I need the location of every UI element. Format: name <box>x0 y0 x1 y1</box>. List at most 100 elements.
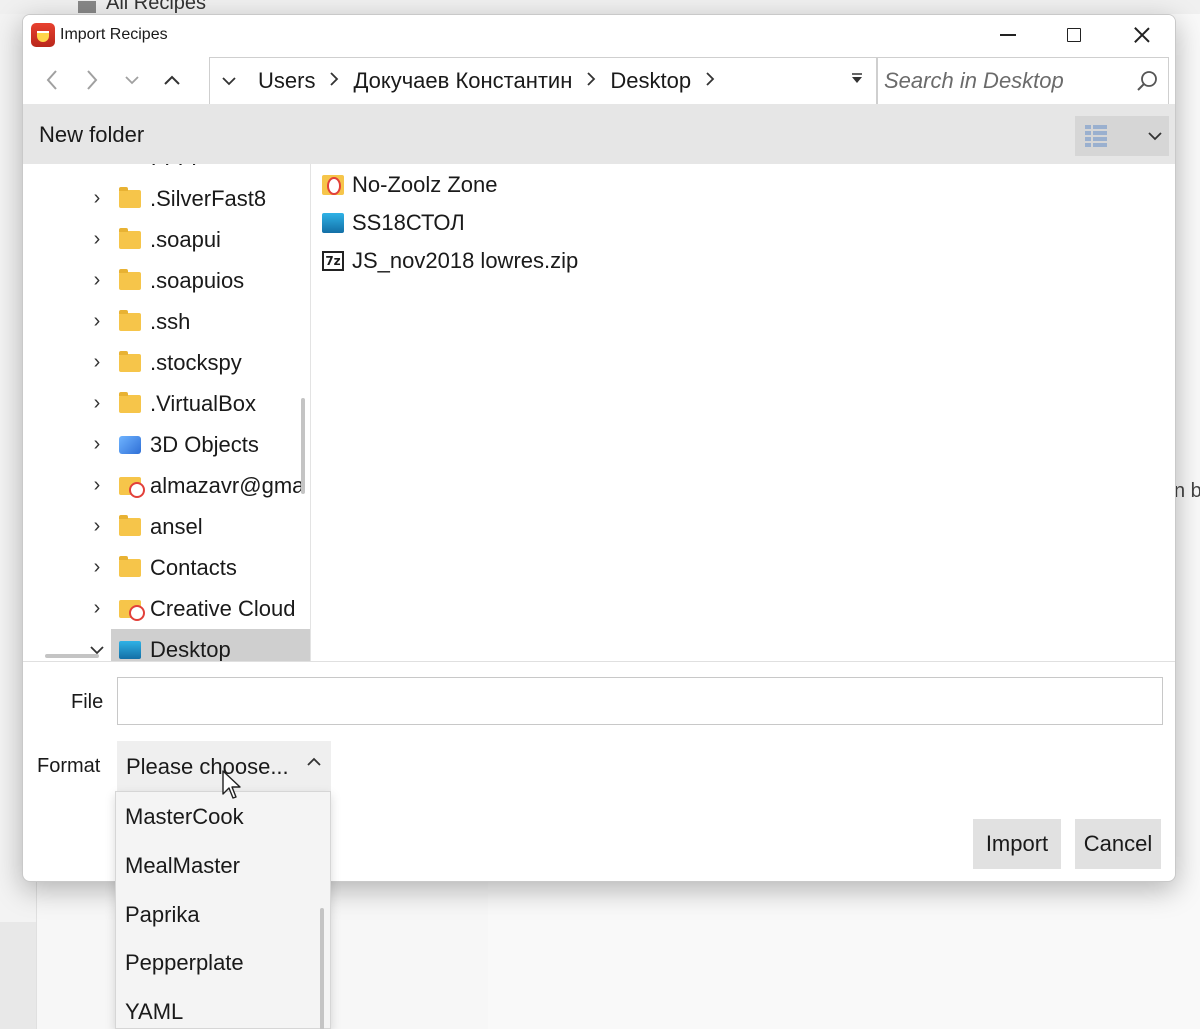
tree-item-virtualbox[interactable]: › .VirtualBox <box>23 383 310 424</box>
breadcrumb-separator-icon[interactable] <box>701 70 719 93</box>
search-box[interactable] <box>877 57 1169 105</box>
dropdown-scrollbar[interactable] <box>320 908 324 1029</box>
file-name-input[interactable] <box>117 677 1163 725</box>
address-history-chevron-icon[interactable] <box>210 73 248 89</box>
tree-item-silverfast8[interactable]: › .SilverFast8 <box>23 178 310 219</box>
address-bar[interactable]: Users Докучаев Константин Desktop <box>209 57 877 105</box>
file-name: SS18СТОЛ <box>352 210 465 235</box>
tree-item-label: ansel <box>150 513 203 539</box>
navigation-horizontal-scrollbar[interactable] <box>45 654 99 658</box>
chevron-right-icon[interactable]: › <box>87 310 107 333</box>
folder-icon <box>119 350 141 372</box>
tree-item-label: .soapui <box>150 226 221 252</box>
address-dropdown-icon[interactable] <box>850 72 864 88</box>
background-partial-text: n b <box>1174 480 1200 502</box>
file-list[interactable]: No-Zoolz Zone SS18СТОЛ 7z JS_nov2018 low… <box>312 164 1175 661</box>
back-arrow-icon <box>46 70 57 90</box>
folder-icon <box>119 268 141 290</box>
navigation-vertical-scrollbar[interactable] <box>301 398 305 494</box>
tree-item-label: Contacts <box>150 554 237 580</box>
tree-item-soapuios[interactable]: › .soapuios <box>23 260 310 301</box>
chevron-right-icon[interactable]: › <box>87 351 107 374</box>
format-option-mealmaster[interactable]: MealMaster <box>125 853 240 879</box>
chevron-right-icon[interactable]: › <box>87 269 107 292</box>
breadcrumb-separator-icon[interactable] <box>325 70 343 93</box>
tree-item-label: .ssh <box>150 308 191 334</box>
format-option-yaml[interactable]: YAML <box>125 999 183 1025</box>
tree-item-soapui[interactable]: › .soapui <box>23 219 310 260</box>
cancel-button[interactable]: Cancel <box>1075 819 1161 869</box>
desktop-shortcut-icon <box>322 213 344 233</box>
minimize-button[interactable] <box>975 15 1041 55</box>
file-label: File <box>71 691 104 713</box>
breadcrumb-desktop[interactable]: Desktop <box>600 68 701 94</box>
breadcrumb-users[interactable]: Users <box>248 68 325 94</box>
folder-icon <box>119 555 141 577</box>
file-name: JS_nov2018 lowres.zip <box>352 248 579 273</box>
file-item-no-zoolz-zone[interactable]: No-Zoolz Zone <box>322 167 498 203</box>
dialog-title: Import Recipes <box>60 26 168 43</box>
creative-cloud-folder-icon <box>119 476 145 498</box>
folder-icon <box>119 514 141 536</box>
chevron-up-icon <box>307 757 321 766</box>
folder-icon <box>119 227 141 249</box>
breadcrumb-user-folder[interactable]: Докучаев Константин <box>343 68 582 94</box>
folder-icon <box>119 309 141 331</box>
tree-item-label: .soapuios <box>150 267 245 293</box>
tree-item-stockspy[interactable]: › .stockspy <box>23 342 310 383</box>
tree-item-label: Desktop <box>150 636 231 662</box>
tree-item-almazavr[interactable]: › almazavr@gma <box>23 465 310 506</box>
maximize-button[interactable] <box>1041 15 1107 55</box>
chevron-right-icon[interactable]: › <box>87 228 107 251</box>
file-item-ss18stol[interactable]: SS18СТОЛ <box>322 205 465 241</box>
tree-item-ansel[interactable]: › ansel <box>23 506 310 547</box>
tree-item-label: almazavr@gma <box>150 472 305 498</box>
chevron-right-icon[interactable]: › <box>87 515 107 538</box>
tree-item-ssh[interactable]: › .ssh <box>23 301 310 342</box>
3d-objects-icon <box>119 435 141 454</box>
view-options-icon <box>1085 125 1109 147</box>
file-item-js-nov2018-zip[interactable]: 7z JS_nov2018 lowres.zip <box>322 243 578 279</box>
chevron-right-icon[interactable]: › <box>87 433 107 456</box>
chevron-right-icon[interactable]: › <box>87 392 107 415</box>
view-options-button[interactable] <box>1075 116 1169 156</box>
maximize-icon <box>1067 28 1081 42</box>
recent-locations-button[interactable] <box>117 65 147 95</box>
navigation-pane[interactable]: · · · · › .SilverFast8 › .soapui › .soap… <box>23 164 311 661</box>
import-button[interactable]: Import <box>973 819 1061 869</box>
chevron-right-icon[interactable]: › <box>87 597 107 620</box>
up-button[interactable] <box>157 65 187 95</box>
tree-item-label: .VirtualBox <box>150 390 256 416</box>
mouse-cursor-icon <box>222 770 241 799</box>
title-bar: Import Recipes <box>23 15 1175 55</box>
creative-cloud-folder-icon <box>119 599 145 621</box>
close-icon <box>1134 27 1150 43</box>
search-icon[interactable] <box>1136 70 1158 92</box>
format-option-pepperplate[interactable]: Pepperplate <box>125 950 244 976</box>
forward-arrow-icon <box>87 70 98 90</box>
search-input[interactable] <box>884 68 1124 94</box>
chevron-right-icon[interactable]: › <box>87 474 107 497</box>
import-recipes-dialog: Import Recipes Users Докучаев Константин… <box>22 14 1176 882</box>
close-button[interactable] <box>1109 15 1175 55</box>
tree-item-contacts[interactable]: › Contacts <box>23 547 310 588</box>
back-button[interactable] <box>37 65 67 95</box>
home-icon <box>76 0 98 13</box>
format-option-mastercook[interactable]: MasterCook <box>125 804 244 830</box>
new-folder-button[interactable]: New folder <box>39 122 144 148</box>
forward-button[interactable] <box>77 65 107 95</box>
folder-icon <box>119 391 141 413</box>
chevron-right-icon[interactable]: › <box>87 187 107 210</box>
format-label: Format <box>37 755 101 777</box>
folder-icon <box>119 186 141 208</box>
breadcrumb-separator-icon[interactable] <box>582 70 600 93</box>
chevron-right-icon[interactable]: › <box>87 556 107 579</box>
tree-item-3d-objects[interactable]: › 3D Objects <box>23 424 310 465</box>
format-selected-value: Please choose... <box>126 754 289 779</box>
chevron-down-icon <box>125 76 139 85</box>
background-all-recipes[interactable]: All Recipes <box>76 0 206 15</box>
format-option-paprika[interactable]: Paprika <box>125 902 200 928</box>
minimize-icon <box>1000 34 1016 36</box>
tree-item-creative-cloud[interactable]: › Creative Cloud <box>23 588 310 629</box>
format-dropdown-list[interactable]: MasterCook MealMaster Paprika Pepperplat… <box>115 791 331 1029</box>
